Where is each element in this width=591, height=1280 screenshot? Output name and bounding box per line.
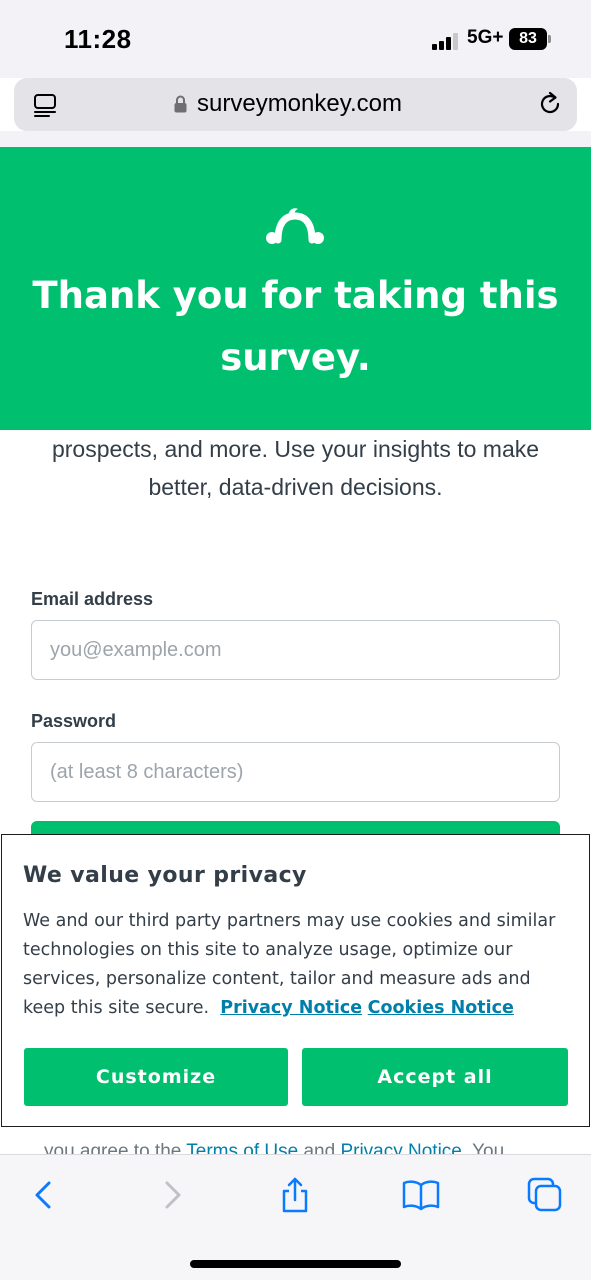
forward-icon[interactable] <box>154 1177 190 1213</box>
intro-text: prospects, and more. Use your insights t… <box>51 436 540 500</box>
accept-all-button[interactable]: Accept all <box>302 1048 568 1106</box>
privacy-banner: We value your privacy We and our third p… <box>1 834 590 1127</box>
thank-you-header: Thank you for taking this survey. <box>0 147 591 430</box>
url-text[interactable]: surveymonkey.com <box>197 90 402 118</box>
address-bar[interactable]: surveymonkey.com <box>14 78 577 131</box>
battery-cap <box>548 35 551 43</box>
password-label: Password <box>31 711 117 731</box>
tabs-icon[interactable] <box>527 1177 563 1213</box>
privacy-body: We and our third party partners may use … <box>23 907 568 1023</box>
status-bar: 11:28 5G+ 83 <box>0 0 591 78</box>
address-bar-background <box>0 131 591 147</box>
surveymonkey-logo-icon <box>266 208 324 244</box>
customize-button[interactable]: Customize <box>24 1048 288 1106</box>
reader-icon[interactable] <box>32 92 58 118</box>
signal-strength-icon <box>432 30 464 50</box>
privacy-notice-link[interactable]: Privacy Notice <box>220 998 362 1018</box>
status-time: 11:28 <box>64 24 132 54</box>
email-label: Email address <box>31 589 154 609</box>
lock-icon <box>174 95 187 113</box>
reload-icon[interactable] <box>536 90 564 118</box>
email-field[interactable] <box>31 620 560 680</box>
bookmarks-icon[interactable] <box>401 1177 441 1213</box>
home-indicator <box>190 1260 401 1268</box>
page-title: Thank you for taking this survey. <box>32 274 559 379</box>
cookies-notice-link[interactable]: Cookies Notice <box>368 998 514 1018</box>
share-icon[interactable] <box>277 1177 313 1213</box>
back-icon[interactable] <box>26 1177 62 1213</box>
password-field[interactable] <box>31 742 560 802</box>
battery-icon: 83 <box>509 28 547 50</box>
privacy-title: We value your privacy <box>23 863 307 888</box>
network-type: 5G+ <box>467 27 504 48</box>
